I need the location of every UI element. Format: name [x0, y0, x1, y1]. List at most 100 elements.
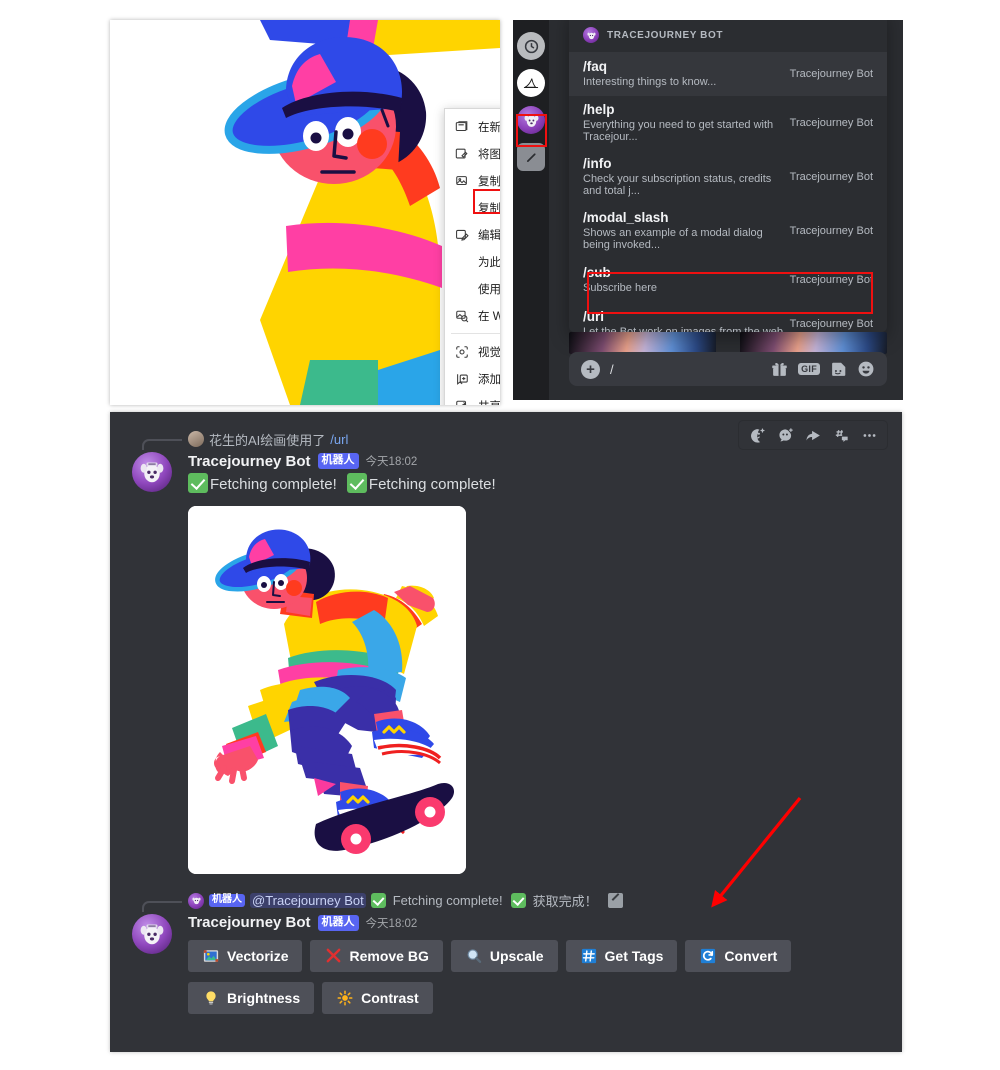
message-row-1: Tracejourney Bot 机器人 今天18:02 Fetching co… — [110, 450, 886, 882]
add-to-collection-icon — [453, 370, 470, 387]
contrast-icon — [336, 989, 354, 1007]
context-menu-item-search-image-on-web[interactable]: 在 Web 上搜索图像 — [445, 302, 500, 329]
context-menu-divider — [451, 333, 500, 334]
gif-icon[interactable]: GIF — [798, 363, 820, 375]
discord-message-input-bar[interactable]: + / GIF — [569, 352, 887, 386]
skateboarder-svg — [188, 505, 466, 874]
reply-reference-text: 花生的AI绘画使用了 — [209, 432, 326, 448]
avatar[interactable] — [132, 913, 172, 954]
slash-command-desc: Subscribe here — [583, 282, 657, 294]
reply-spine — [142, 900, 182, 912]
context-menu-item-open-in-new-tab[interactable]: 在新标签页中打开图像 — [445, 113, 500, 140]
create-thread-icon[interactable] — [829, 423, 853, 447]
reply-reference-text-cn: 获取完成！ — [532, 894, 598, 910]
context-menu-item-add-to-collection[interactable]: 添加到集锦 — [445, 365, 500, 392]
reply-icon[interactable] — [801, 423, 825, 447]
slash-command-name: /faq — [583, 59, 608, 74]
clock-icon[interactable] — [517, 32, 545, 60]
sticker-icon[interactable] — [830, 361, 847, 378]
message-author: Tracejourney Bot — [188, 914, 311, 932]
message-row-2: Tracejourney Bot 机器人 今天18:02 Vectorize R… — [110, 912, 886, 1030]
brightness-icon — [202, 989, 220, 1007]
upscale-button[interactable]: Upscale — [450, 939, 558, 972]
slash-command-popup: TRACEJOURNEY BOT /faq Interesting things… — [569, 20, 887, 332]
discord-slash-command-panel: TRACEJOURNEY BOT /faq Interesting things… — [513, 20, 903, 400]
reply-reference-mention[interactable]: /url — [330, 432, 348, 447]
button-label: Contrast — [361, 989, 419, 1006]
slash-command-bot: Tracejourney Bot — [789, 273, 873, 286]
avatar[interactable] — [132, 452, 172, 492]
brightness-button[interactable]: Brightness — [188, 981, 315, 1014]
edit-image-icon — [453, 226, 470, 243]
context-menu-label: 共享 — [478, 398, 500, 406]
browser-context-menu[interactable]: 在新标签页中打开图像 将图像另存为 复制图像 复制图像链接 编辑图像 为此图像创… — [444, 108, 500, 405]
context-menu-label: 为此图像创建 QR 代码 — [478, 256, 500, 269]
white-check-mark-emoji — [370, 893, 386, 909]
pencil-emoji — [607, 893, 623, 909]
button-label: Remove BG — [349, 947, 429, 964]
white-check-mark-emoji — [346, 473, 367, 493]
context-menu-label: 在 Web 上搜索图像 — [478, 310, 500, 323]
slash-command-item-modal-slash[interactable]: /modal_slash Shows an example of a modal… — [569, 204, 887, 258]
slash-command-item-url[interactable]: /url Let the Bot work on images from the… — [569, 302, 887, 332]
slash-popup-title: TRACEJOURNEY BOT — [607, 29, 724, 41]
midjourney-icon[interactable] — [517, 69, 545, 97]
message-timestamp: 今天18:02 — [365, 917, 418, 930]
more-options-icon[interactable] — [857, 423, 881, 447]
slash-command-desc: Check your subscription status, credits … — [583, 173, 772, 197]
context-menu-item-share[interactable]: 共享 — [445, 392, 500, 405]
get-tags-icon — [580, 947, 598, 965]
reply-spine — [142, 439, 182, 450]
bot-avatar — [188, 892, 204, 909]
remove-bg-icon — [324, 947, 342, 965]
add-reaction-icon[interactable] — [745, 423, 769, 447]
bot-action-buttons: Vectorize Remove BG Upscale Get Tags Con… — [188, 934, 886, 1028]
copy-image-icon — [453, 172, 470, 189]
button-label: Convert — [724, 947, 778, 964]
white-check-mark-emoji — [510, 893, 526, 909]
context-menu-item-visual-search[interactable]: 视觉搜索 — [445, 338, 500, 365]
message-block-1: 花生的AI绘画使用了 /url Tracejourney Bot 机器人 今天1… — [110, 412, 902, 884]
add-attachment-icon[interactable]: + — [581, 359, 600, 379]
context-menu-item-save-image-as[interactable]: 将图像另存为 — [445, 140, 500, 167]
button-label: Upscale — [489, 947, 544, 964]
convert-button[interactable]: Convert — [685, 939, 792, 972]
discord-server-sidebar — [513, 20, 549, 400]
bot-badge: 机器人 — [317, 914, 359, 931]
message-block-2: 机器人 @Tracejourney Bot Fetching complete!… — [110, 884, 902, 1032]
thumbnail — [569, 332, 716, 354]
super-reaction-icon[interactable] — [773, 423, 797, 447]
message-text: Fetching complete! — [368, 476, 496, 493]
context-menu-item-create-qr-code[interactable]: 为此图像创建 QR 代码 — [445, 248, 500, 275]
pencil-icon[interactable] — [517, 143, 545, 171]
slash-command-desc: Let the Bot work on images from the web — [583, 326, 783, 332]
discord-conversation-panel: 花生的AI绘画使用了 /url Tracejourney Bot 机器人 今天1… — [110, 412, 902, 1052]
skateboarder-illustration[interactable] — [188, 505, 466, 874]
contrast-button[interactable]: Contrast — [322, 981, 433, 1014]
context-menu-item-search-with-bing[interactable]: 使用 必应搜索图像 — [445, 275, 500, 302]
slash-command-item-faq[interactable]: /faq Interesting things to know... Trace… — [569, 52, 887, 96]
slash-popup-header: TRACEJOURNEY BOT — [569, 20, 887, 52]
tracejourney-bot-icon[interactable] — [517, 106, 545, 134]
message-hover-toolbar[interactable] — [738, 420, 888, 450]
vectorize-button[interactable]: Vectorize — [188, 939, 303, 972]
context-menu-item-copy-image-link[interactable]: 复制图像链接 — [445, 194, 500, 221]
message-input-value[interactable]: / — [610, 362, 761, 377]
slash-command-item-help[interactable]: /help Everything you need to get started… — [569, 96, 887, 150]
get-tags-button[interactable]: Get Tags — [565, 939, 678, 972]
reply-reference-mention[interactable]: @Tracejourney Bot — [250, 893, 366, 909]
reply-reference-2[interactable]: 机器人 @Tracejourney Bot Fetching complete!… — [142, 890, 886, 912]
remove-bg-button[interactable]: Remove BG — [310, 939, 443, 972]
slash-command-item-info[interactable]: /info Check your subscription status, cr… — [569, 150, 887, 204]
context-menu-item-edit-image[interactable]: 编辑图像 — [445, 221, 500, 248]
skateboarder-head-illustration — [110, 20, 500, 405]
illustration-svg — [110, 20, 500, 405]
slash-command-name: /modal_slash — [583, 210, 669, 225]
gift-icon[interactable] — [771, 361, 788, 378]
message-body-1: Tracejourney Bot 机器人 今天18:02 Fetching co… — [188, 450, 886, 880]
slash-command-item-sub[interactable]: /sub Subscribe here Tracejourney Bot — [569, 258, 887, 302]
context-menu-item-copy-image[interactable]: 复制图像 — [445, 167, 500, 194]
emoji-icon[interactable] — [857, 360, 875, 378]
convert-icon — [699, 947, 717, 965]
image-thumbnail-strip — [569, 332, 887, 354]
